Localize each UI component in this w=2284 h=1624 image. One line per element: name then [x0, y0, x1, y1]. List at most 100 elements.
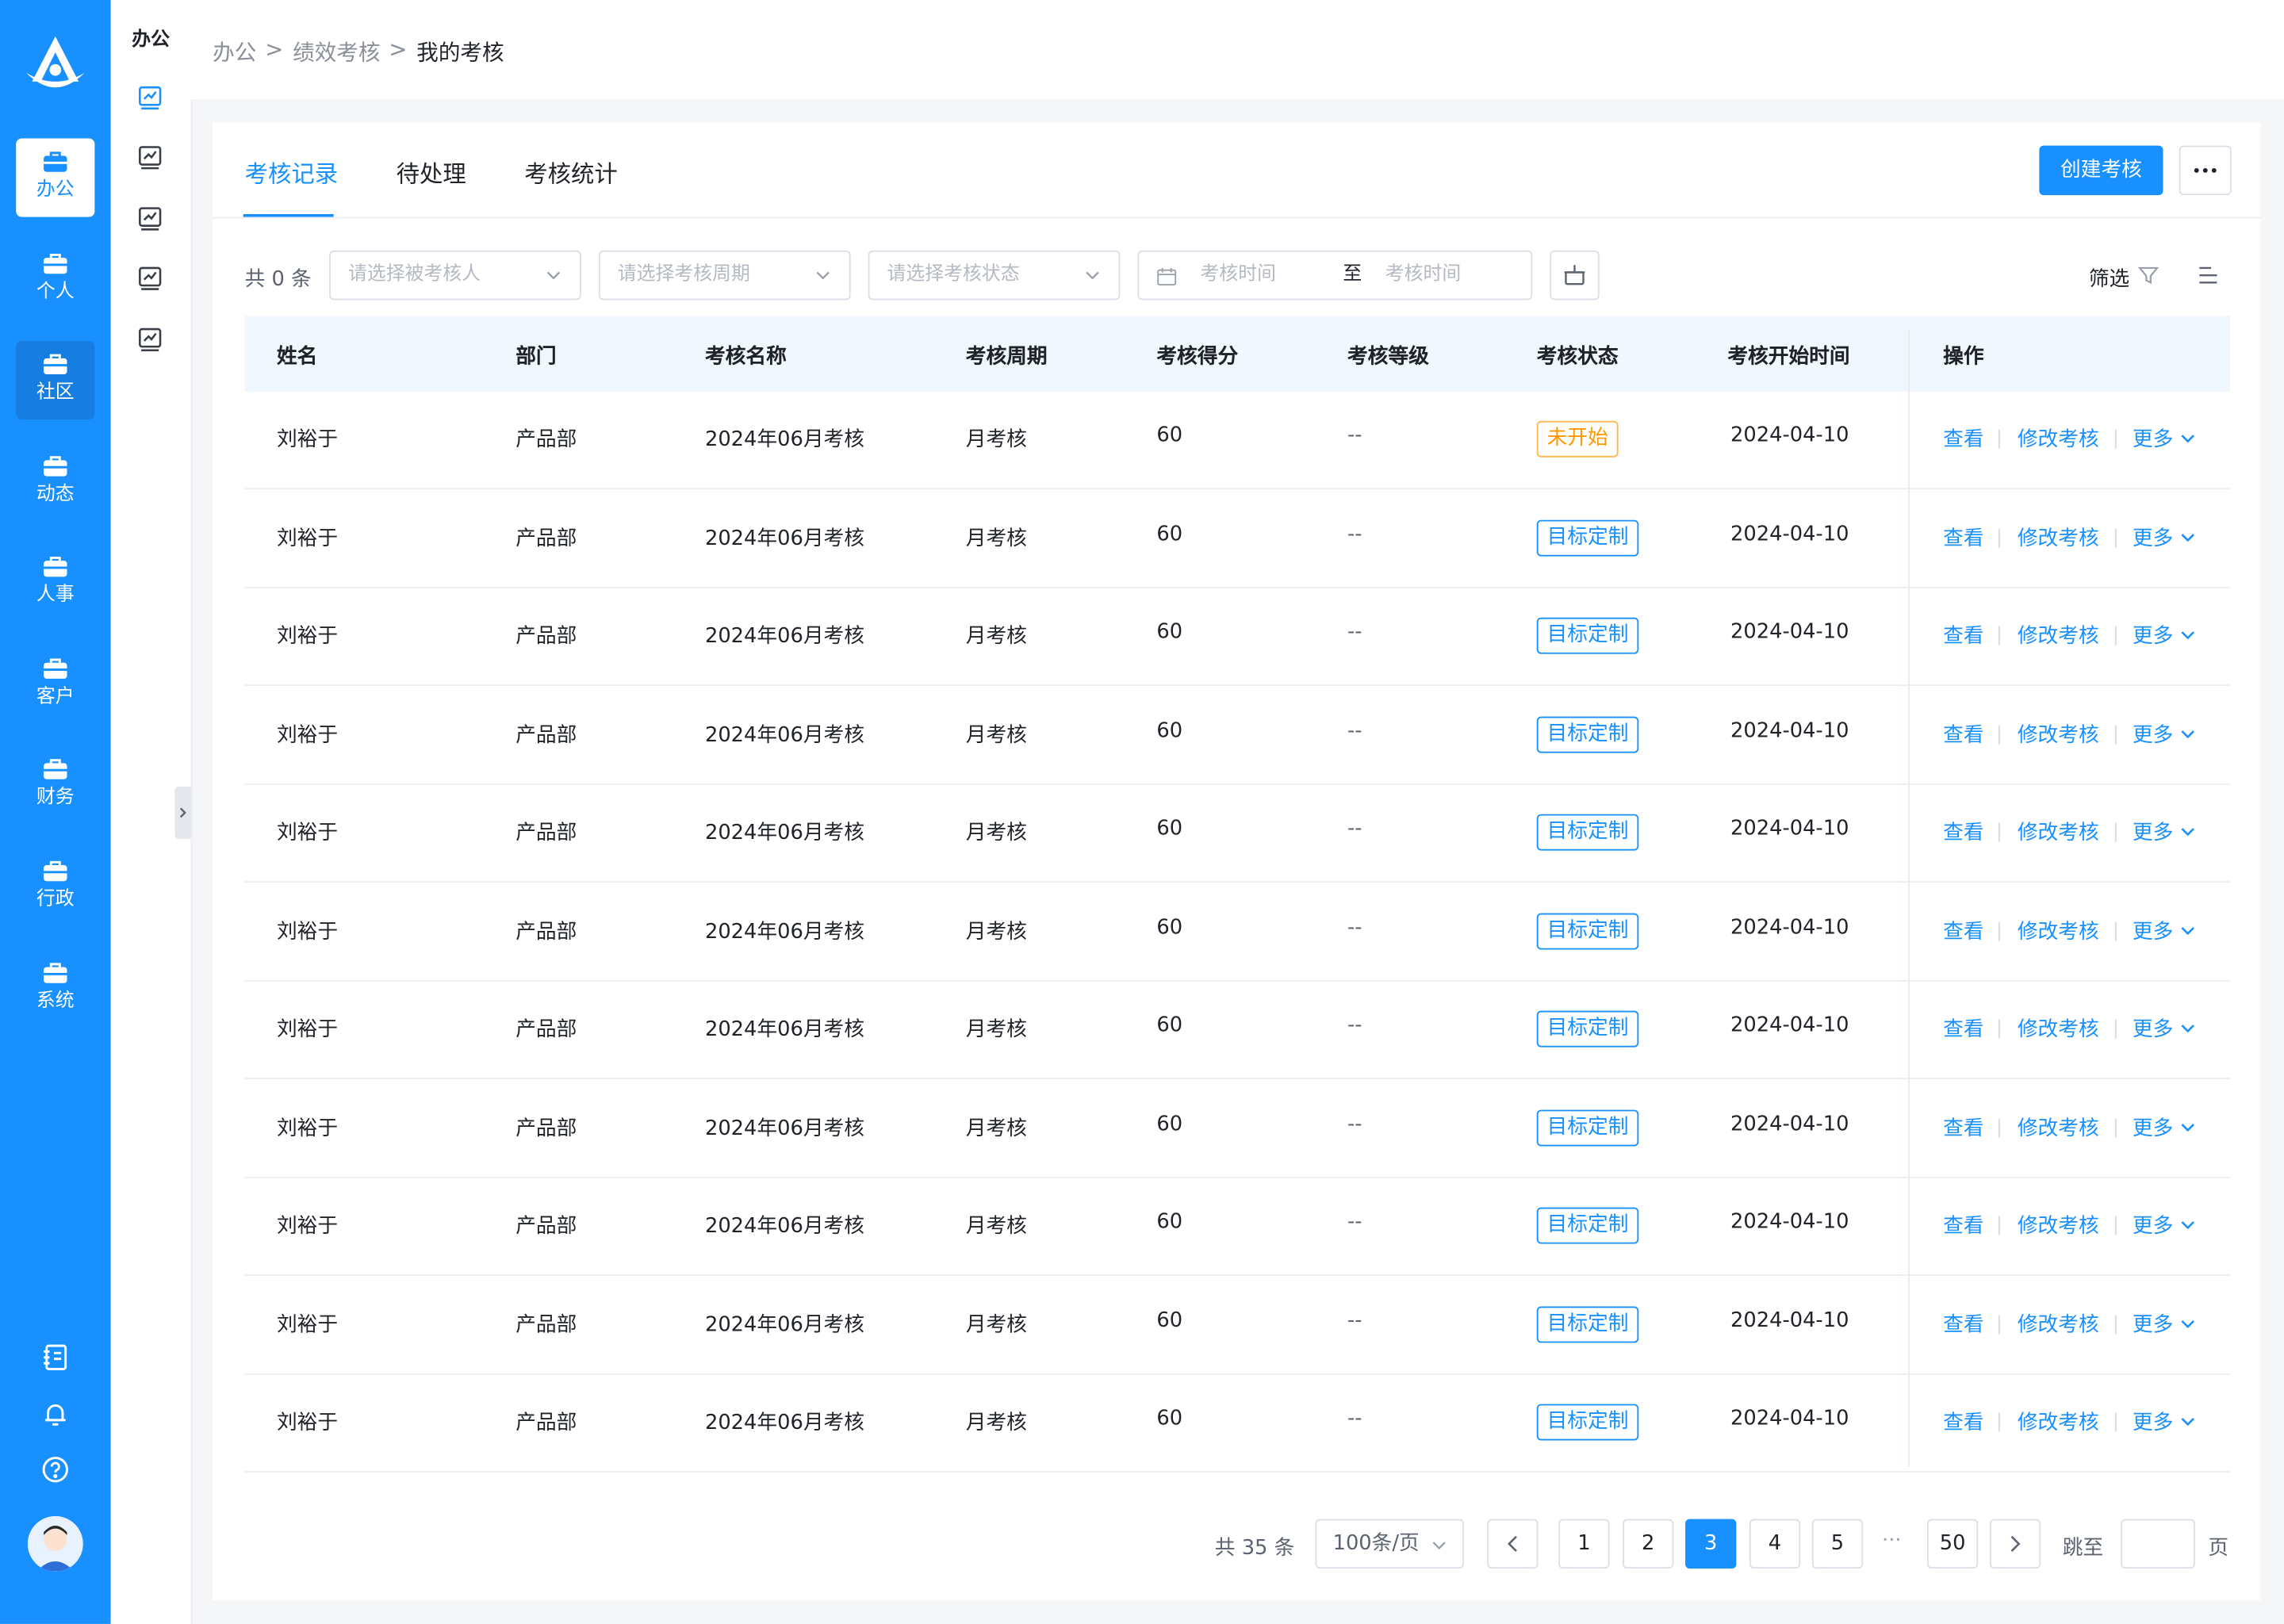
more-actions-label: 更多	[2132, 526, 2174, 550]
column-settings-icon[interactable]	[2197, 263, 2220, 286]
edit-assessment-link[interactable]: 修改考核	[2018, 817, 2099, 846]
page-2-button[interactable]: 2	[1623, 1519, 1674, 1569]
chart-icon[interactable]	[137, 205, 163, 232]
filter-label[interactable]: 筛选	[2089, 263, 2129, 293]
notebook-icon[interactable]	[40, 1342, 70, 1372]
edit-assessment-link[interactable]: 修改考核	[2018, 423, 2099, 453]
rail-item-admin[interactable]: 行政	[16, 848, 94, 926]
view-link[interactable]: 查看	[1943, 1013, 1983, 1043]
edit-assessment-link[interactable]: 修改考核	[2018, 915, 2099, 944]
status-select[interactable]: 请选择考核状态	[868, 250, 1121, 301]
edit-assessment-link[interactable]: 修改考核	[2018, 1112, 2099, 1141]
action-divider	[2114, 1019, 2117, 1039]
user-avatar[interactable]	[27, 1516, 83, 1572]
view-link[interactable]: 查看	[1943, 718, 1983, 748]
help-icon[interactable]	[40, 1455, 70, 1484]
more-options-button[interactable]	[2179, 145, 2232, 196]
action-divider	[2114, 626, 2117, 645]
page-suffix: 页	[2208, 1536, 2229, 1561]
filter-icon[interactable]	[2138, 265, 2159, 285]
cell-score: 60	[1156, 718, 1183, 742]
page-last-button[interactable]: 50	[1926, 1519, 1979, 1569]
rail-item-office[interactable]: 办公	[16, 138, 95, 217]
cell-dept: 产品部	[515, 624, 577, 649]
briefcase-icon	[44, 860, 67, 882]
edit-assessment-link[interactable]: 修改考核	[2018, 620, 2099, 649]
reset-filter-button[interactable]	[1550, 250, 1600, 301]
rail-item-community[interactable]: 社区	[16, 340, 95, 419]
edit-assessment-link[interactable]: 修改考核	[2018, 1308, 2099, 1338]
more-actions-dropdown[interactable]: 更多	[2133, 915, 2195, 944]
view-link[interactable]: 查看	[1943, 817, 1983, 846]
cell-period: 月考核	[965, 1017, 1027, 1042]
more-actions-dropdown[interactable]: 更多	[2133, 522, 2195, 551]
chart-icon[interactable]	[137, 144, 163, 170]
tab-statistics[interactable]: 考核统计	[524, 155, 618, 190]
view-link[interactable]: 查看	[1943, 1407, 1983, 1436]
page-1-button[interactable]: 1	[1558, 1519, 1610, 1569]
view-link[interactable]: 查看	[1943, 620, 1983, 649]
edit-assessment-link[interactable]: 修改考核	[2018, 718, 2099, 748]
cell-name: 刘裕于	[276, 427, 339, 452]
page-5-button[interactable]: 5	[1811, 1519, 1864, 1569]
chart-icon[interactable]	[137, 326, 163, 352]
rail-item-personal[interactable]: 个人	[16, 240, 94, 319]
chevron-down-icon	[2181, 533, 2194, 542]
more-actions-dropdown[interactable]: 更多	[2133, 1112, 2195, 1141]
more-actions-dropdown[interactable]: 更多	[2133, 620, 2195, 649]
cell-grade: --	[1347, 817, 1362, 841]
date-start-input[interactable]: 考核时间	[1200, 252, 1276, 299]
app-logo[interactable]	[21, 32, 90, 96]
edit-assessment-link[interactable]: 修改考核	[2018, 1407, 2099, 1436]
jump-page-input[interactable]	[2121, 1519, 2195, 1569]
more-actions-dropdown[interactable]: 更多	[2133, 1407, 2195, 1436]
action-divider	[2114, 724, 2117, 744]
date-end-input[interactable]: 考核时间	[1385, 252, 1462, 299]
cell-dept: 产品部	[515, 1116, 577, 1140]
rail-item-feed[interactable]: 动态	[16, 442, 94, 521]
page-3-button[interactable]: 3	[1685, 1519, 1737, 1569]
cell-name: 刘裕于	[276, 1116, 339, 1140]
status-select-placeholder: 请选择考核状态	[887, 263, 1020, 285]
create-assessment-button[interactable]: 创建考核	[2039, 145, 2163, 196]
collapse-toggle[interactable]	[174, 786, 191, 839]
more-actions-dropdown[interactable]: 更多	[2133, 423, 2195, 453]
person-select[interactable]: 请选择被考核人	[329, 250, 581, 301]
pagination-ellipsis[interactable]: ···	[1882, 1530, 1902, 1553]
chart-icon[interactable]	[137, 85, 163, 111]
breadcrumb-performance[interactable]: 绩效考核	[293, 36, 380, 67]
chart-icon[interactable]	[137, 265, 163, 291]
edit-assessment-link[interactable]: 修改考核	[2018, 1210, 2099, 1239]
rail-item-system[interactable]: 系统	[16, 950, 94, 1028]
date-range-picker[interactable]: 考核时间 至 考核时间	[1137, 250, 1533, 301]
tab-pending[interactable]: 待处理	[397, 155, 466, 190]
more-actions-dropdown[interactable]: 更多	[2133, 1210, 2195, 1239]
page-size-select[interactable]: 100条/页	[1315, 1519, 1464, 1569]
next-page-button[interactable]	[1989, 1519, 2041, 1569]
more-actions-dropdown[interactable]: 更多	[2133, 1013, 2195, 1043]
view-link[interactable]: 查看	[1943, 1112, 1983, 1141]
edit-assessment-link[interactable]: 修改考核	[2018, 522, 2099, 551]
view-link[interactable]: 查看	[1943, 522, 1983, 551]
bell-icon[interactable]	[40, 1400, 70, 1429]
cell-start-date: 2024-04-10	[1730, 1308, 1849, 1332]
rail-item-customer[interactable]: 客户	[16, 645, 94, 724]
prev-page-button[interactable]	[1487, 1519, 1539, 1569]
rail-item-finance[interactable]: 财务	[16, 745, 94, 824]
view-link[interactable]: 查看	[1943, 1308, 1983, 1338]
more-actions-dropdown[interactable]: 更多	[2133, 718, 2195, 748]
breadcrumb-current: 我的考核	[416, 39, 504, 66]
edit-assessment-link[interactable]: 修改考核	[2018, 1013, 2099, 1043]
view-link[interactable]: 查看	[1943, 1210, 1983, 1239]
view-link[interactable]: 查看	[1943, 915, 1983, 944]
more-actions-label: 更多	[2132, 1312, 2174, 1337]
page-4-button[interactable]: 4	[1749, 1519, 1801, 1569]
rail-item-hr[interactable]: 人事	[16, 543, 94, 622]
tab-records[interactable]: 考核记录	[245, 155, 339, 190]
chevron-down-icon	[2181, 1221, 2194, 1230]
more-actions-dropdown[interactable]: 更多	[2133, 1308, 2195, 1338]
view-link[interactable]: 查看	[1943, 423, 1983, 453]
period-select[interactable]: 请选择考核周期	[598, 250, 851, 301]
breadcrumb-office[interactable]: 办公	[213, 36, 256, 67]
more-actions-dropdown[interactable]: 更多	[2133, 817, 2195, 846]
